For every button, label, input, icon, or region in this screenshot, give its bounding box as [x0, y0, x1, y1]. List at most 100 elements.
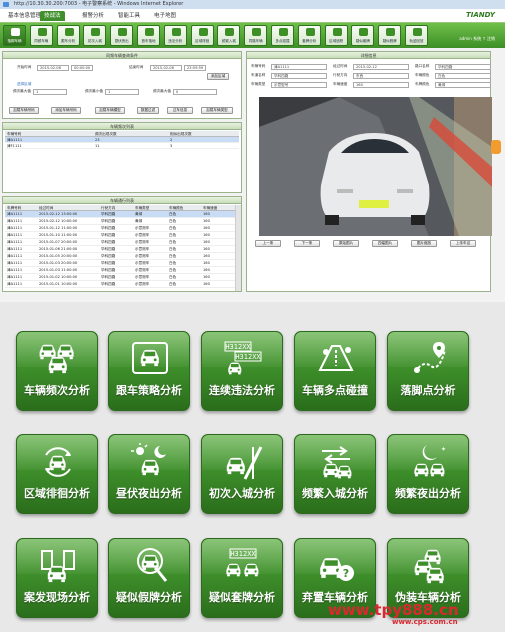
cell-type: 黄绿 [135, 212, 143, 216]
toolbar-button[interactable]: 区域追踪 [324, 25, 348, 46]
table-row[interactable]: 津A1111 2015-01-02 10:00:00 华科四路 示意测车 白色 160 [5, 274, 235, 281]
cell-direction: 华科四路 [101, 268, 116, 272]
detail-button[interactable]: 下一条 [294, 240, 320, 247]
filter-button[interactable]: 数据过滤 [137, 107, 159, 114]
feature-tile[interactable]: 疑似假牌分析 [108, 538, 190, 618]
cell-plate: 津A1111 [7, 254, 23, 258]
menu-tab-basic-info[interactable]: 基本信息管理 [4, 11, 45, 21]
side-tab-arrow[interactable] [491, 140, 501, 154]
window-title-bar: http://10.30.30.200:7003 - 电子警察系统 - Wind… [0, 0, 505, 9]
load-type-button[interactable]: 加载车辆类型 [201, 107, 233, 114]
detail-value[interactable]: 白色 [435, 73, 491, 79]
toolbar-button[interactable]: 疑似假牌 [378, 25, 402, 46]
detail-value[interactable]: 华科四路 [271, 73, 327, 79]
menu-tab-map[interactable]: 电子地图 [150, 11, 180, 21]
feature-tile[interactable]: 车辆多点碰撞 [294, 331, 376, 411]
vehicle-photo[interactable] [259, 97, 492, 236]
toolbar-button[interactable]: 跟车分析 [56, 25, 80, 46]
toolbar-button[interactable]: 落脚车辆 [3, 25, 26, 46]
feature-tile[interactable]: 昼伏夜出分析 [108, 434, 190, 514]
feature-tile[interactable]: 车辆频次分析 [16, 331, 98, 411]
detail-value[interactable]: 示意型号 [271, 82, 327, 88]
freq-max-input[interactable]: 1 [33, 89, 67, 95]
toolbar-button[interactable]: 违法分析 [163, 25, 187, 46]
toolbar-button[interactable]: 初次入城 [83, 25, 107, 46]
table-row[interactable]: 津A1111 2015-01-06 21:00:00 华科四路 示意测车 白色 160 [5, 246, 235, 253]
detail-value[interactable]: 华科四路 [435, 64, 491, 70]
add-area-button[interactable]: 添加区域 [207, 73, 229, 80]
toolbar-button[interactable]: 昼伏夜出 [110, 25, 134, 46]
toolbar-button-label: 违法分析 [168, 39, 183, 43]
detail-button[interactable]: 上传车证 [450, 240, 476, 247]
feature-tile[interactable]: 落脚点分析 [387, 331, 469, 411]
feature-tile[interactable]: ✦ 频繁夜出分析 [387, 434, 469, 514]
table-row[interactable]: 津A1111 2015-01-03 11:00:00 华科四路 示意测车 白色 160 [5, 267, 235, 274]
table-row[interactable]: 津A1111 2015-01-07 20:00:00 华科四路 示意测车 白色 160 [5, 239, 235, 246]
select-area-link[interactable]: 选择区域 [17, 82, 31, 87]
freq-min-input[interactable]: 1 [105, 89, 139, 95]
feature-tile[interactable]: 跟车策略分析 [108, 331, 190, 411]
cell-freq: 11 [95, 144, 100, 148]
feature-tile[interactable]: 初次入城分析 [201, 434, 283, 514]
detail-button[interactable]: 上一条 [255, 240, 281, 247]
pass-table: 车牌号码 经过时间 行驶方向 车辆类型 车辆颜色 车辆速度 津A1111 2015… [5, 205, 235, 288]
cell-color: 白色 [169, 254, 177, 258]
detail-value[interactable]: 津A1111 [271, 64, 327, 70]
detail-value[interactable]: 黄绿 [435, 82, 491, 88]
add-plate-button[interactable]: 添加车辆号码 [51, 107, 81, 114]
toolbar-button[interactable]: 轨迹回放 [405, 25, 428, 46]
start-time-input[interactable]: 00:00:00 [71, 65, 93, 71]
toolbar-button[interactable]: 首车落地 [137, 25, 160, 46]
menu-tab-tools[interactable]: 智能工具 [114, 11, 144, 21]
freq-max2-input[interactable]: 0 [173, 89, 217, 95]
toolbar-button[interactable]: 同路车辆 [244, 25, 268, 46]
detail-value[interactable]: 160 [353, 82, 409, 88]
table-row[interactable]: 津A1111 2015-01-01 10:00:00 华科四路 示意测车 白色 160 [5, 281, 235, 288]
user-info[interactable]: admin 系统 ↑ 注销 [459, 36, 495, 42]
toolbar-button[interactable]: 同频车辆 [29, 25, 53, 46]
toolbar-button-icon [64, 28, 74, 36]
detail-value[interactable]: 2015-02-12 [353, 64, 409, 70]
feature-tile[interactable]: H312XX H312XX 连续违法分析 [201, 331, 283, 411]
cell-direction: 华科四路 [101, 233, 116, 237]
table-row[interactable]: 津A1111 2015-01-03 20:00:00 华科四路 示意测车 白色 160 [5, 260, 235, 267]
table-row[interactable]: 津F1111 11 3 [5, 143, 239, 149]
cell-type: 示意测车 [135, 226, 150, 230]
detail-button[interactable]: 原始图片 [333, 240, 359, 247]
toolbar-button[interactable]: 套牌分析 [297, 25, 321, 46]
detail-button[interactable]: 四幅图片 [372, 240, 398, 247]
toolbar-button[interactable]: 频繁入城 [217, 25, 241, 46]
end-date-input[interactable]: 2015-02-06 [150, 65, 182, 71]
load-model-button[interactable]: 加载车辆模型 [95, 107, 125, 114]
detail-button[interactable]: 图片缩放 [411, 240, 437, 247]
feature-tile-label: 车辆频次分析 [24, 384, 90, 397]
end-time-input[interactable]: 23:59:59 [184, 65, 206, 71]
cell-plate: 津A1111 [7, 226, 23, 230]
pass-info-button[interactable]: 过车信息 [167, 107, 193, 114]
table-row[interactable]: 津A1111 2015-02-12 10:00:00 华科四路 黄绿 白色 160 [5, 218, 235, 225]
cell-direction: 华科四路 [101, 261, 116, 265]
menu-tab-tactics[interactable]: 技战法 [40, 11, 65, 21]
menu-tab-alarm[interactable]: 报警分析 [78, 11, 108, 21]
feature-tile[interactable]: 案发现场分析 [16, 538, 98, 618]
start-date-input[interactable]: 2015-02-06 [37, 65, 69, 71]
toolbar-button-icon [11, 28, 20, 36]
load-plate-button[interactable]: 加载车辆号码 [9, 107, 39, 114]
feature-tile-label: 频繁入城分析 [302, 487, 368, 500]
table-row[interactable]: 津A1111 2015-02-12 13:00:00 华科四路 黄绿 白色 160 [5, 211, 235, 218]
cell-type: 示意测车 [135, 275, 150, 279]
feature-tile[interactable]: 区域徘徊分析 [16, 434, 98, 514]
detail-value[interactable]: 东西 [353, 73, 409, 79]
table-row[interactable]: 津A1111 2015-01-10 11:00:00 华科四路 示意测车 白色 160 [5, 232, 235, 239]
feature-tile-label: 连续违法分析 [209, 384, 275, 397]
table-row[interactable]: 津A1111 2015-01-12 11:00:00 华科四路 示意测车 白色 160 [5, 225, 235, 232]
cell-speed: 160 [203, 268, 210, 272]
toolbar-button[interactable]: 区域徘徊 [190, 25, 214, 46]
feature-tile[interactable]: 频繁入城分析 [294, 434, 376, 514]
pass-table-scrollbar[interactable] [235, 205, 241, 291]
feature-tile[interactable]: H312XX 疑似套牌分析 [201, 538, 283, 618]
toolbar-button[interactable]: 多点碰撞 [271, 25, 294, 46]
toolbar-button[interactable]: 疑似套牌 [351, 25, 375, 46]
cell-time: 2015-01-12 11:00:00 [39, 226, 78, 230]
table-row[interactable]: 津A1111 2015-01-05 20:00:00 华科四路 示意测车 白色 160 [5, 253, 235, 260]
